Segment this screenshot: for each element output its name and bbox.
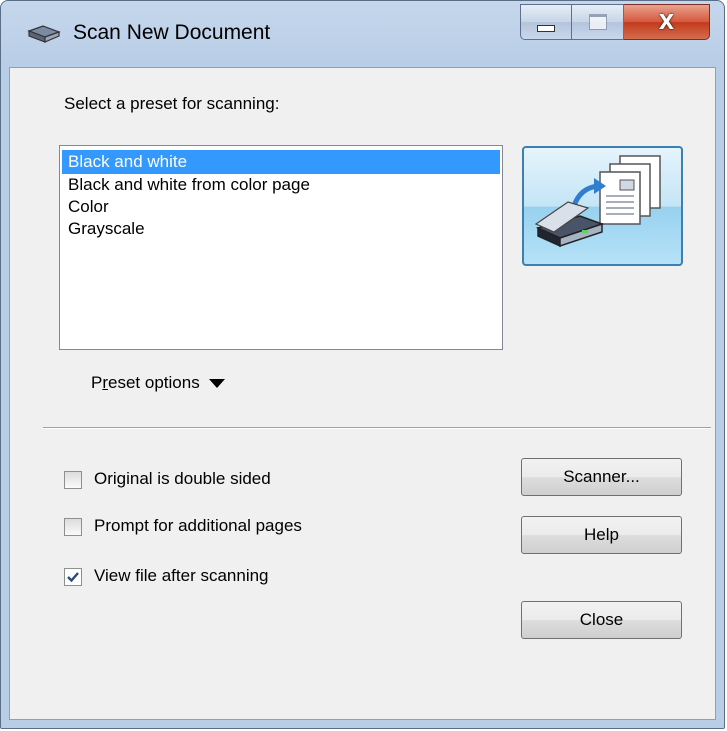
prompt-pages-label: Prompt for additional pages <box>94 516 302 535</box>
close-window-button[interactable]: X <box>624 4 710 40</box>
checkmark-icon <box>67 572 79 583</box>
minimize-icon <box>537 24 555 32</box>
preset-options-label: Preset options <box>91 373 200 392</box>
preset-item-grayscale[interactable]: Grayscale <box>62 218 500 240</box>
double-sided-checkbox[interactable] <box>64 471 82 489</box>
view-after-label: View file after scanning <box>94 566 269 585</box>
scan-dialog-window: Scan New Document X Select a preset for … <box>0 0 725 729</box>
preset-options-menu[interactable]: Preset options <box>91 373 225 393</box>
scanner-button[interactable]: Scanner... <box>521 458 682 496</box>
preset-item-color[interactable]: Color <box>62 196 500 218</box>
scanner-icon <box>534 155 661 248</box>
help-button[interactable]: Help <box>521 516 682 554</box>
maximize-button[interactable] <box>572 4 624 40</box>
separator <box>43 427 711 429</box>
dialog-body: Select a preset for scanning: Black and … <box>9 67 716 720</box>
window-title: Scan New Document <box>73 21 271 44</box>
preset-item-black-and-white[interactable]: Black and white <box>62 150 500 174</box>
scan-button[interactable] <box>522 146 683 266</box>
minimize-button[interactable] <box>520 4 572 40</box>
prompt-pages-checkbox[interactable] <box>64 518 82 536</box>
dropdown-arrow-icon <box>208 378 225 388</box>
window-controls: X <box>520 4 710 42</box>
view-after-checkbox[interactable] <box>64 568 82 586</box>
preset-item-black-and-white-from-color[interactable]: Black and white from color page <box>62 174 500 196</box>
close-button[interactable]: Close <box>521 601 682 639</box>
preset-listbox[interactable]: Black and white Black and white from col… <box>59 145 503 350</box>
double-sided-label: Original is double sided <box>94 469 271 488</box>
title-bar[interactable]: Scan New Document X <box>1 1 724 67</box>
scanner-app-icon <box>27 25 61 43</box>
close-icon: X <box>658 10 675 34</box>
maximize-icon <box>588 14 607 30</box>
preset-label: Select a preset for scanning: <box>64 94 280 113</box>
